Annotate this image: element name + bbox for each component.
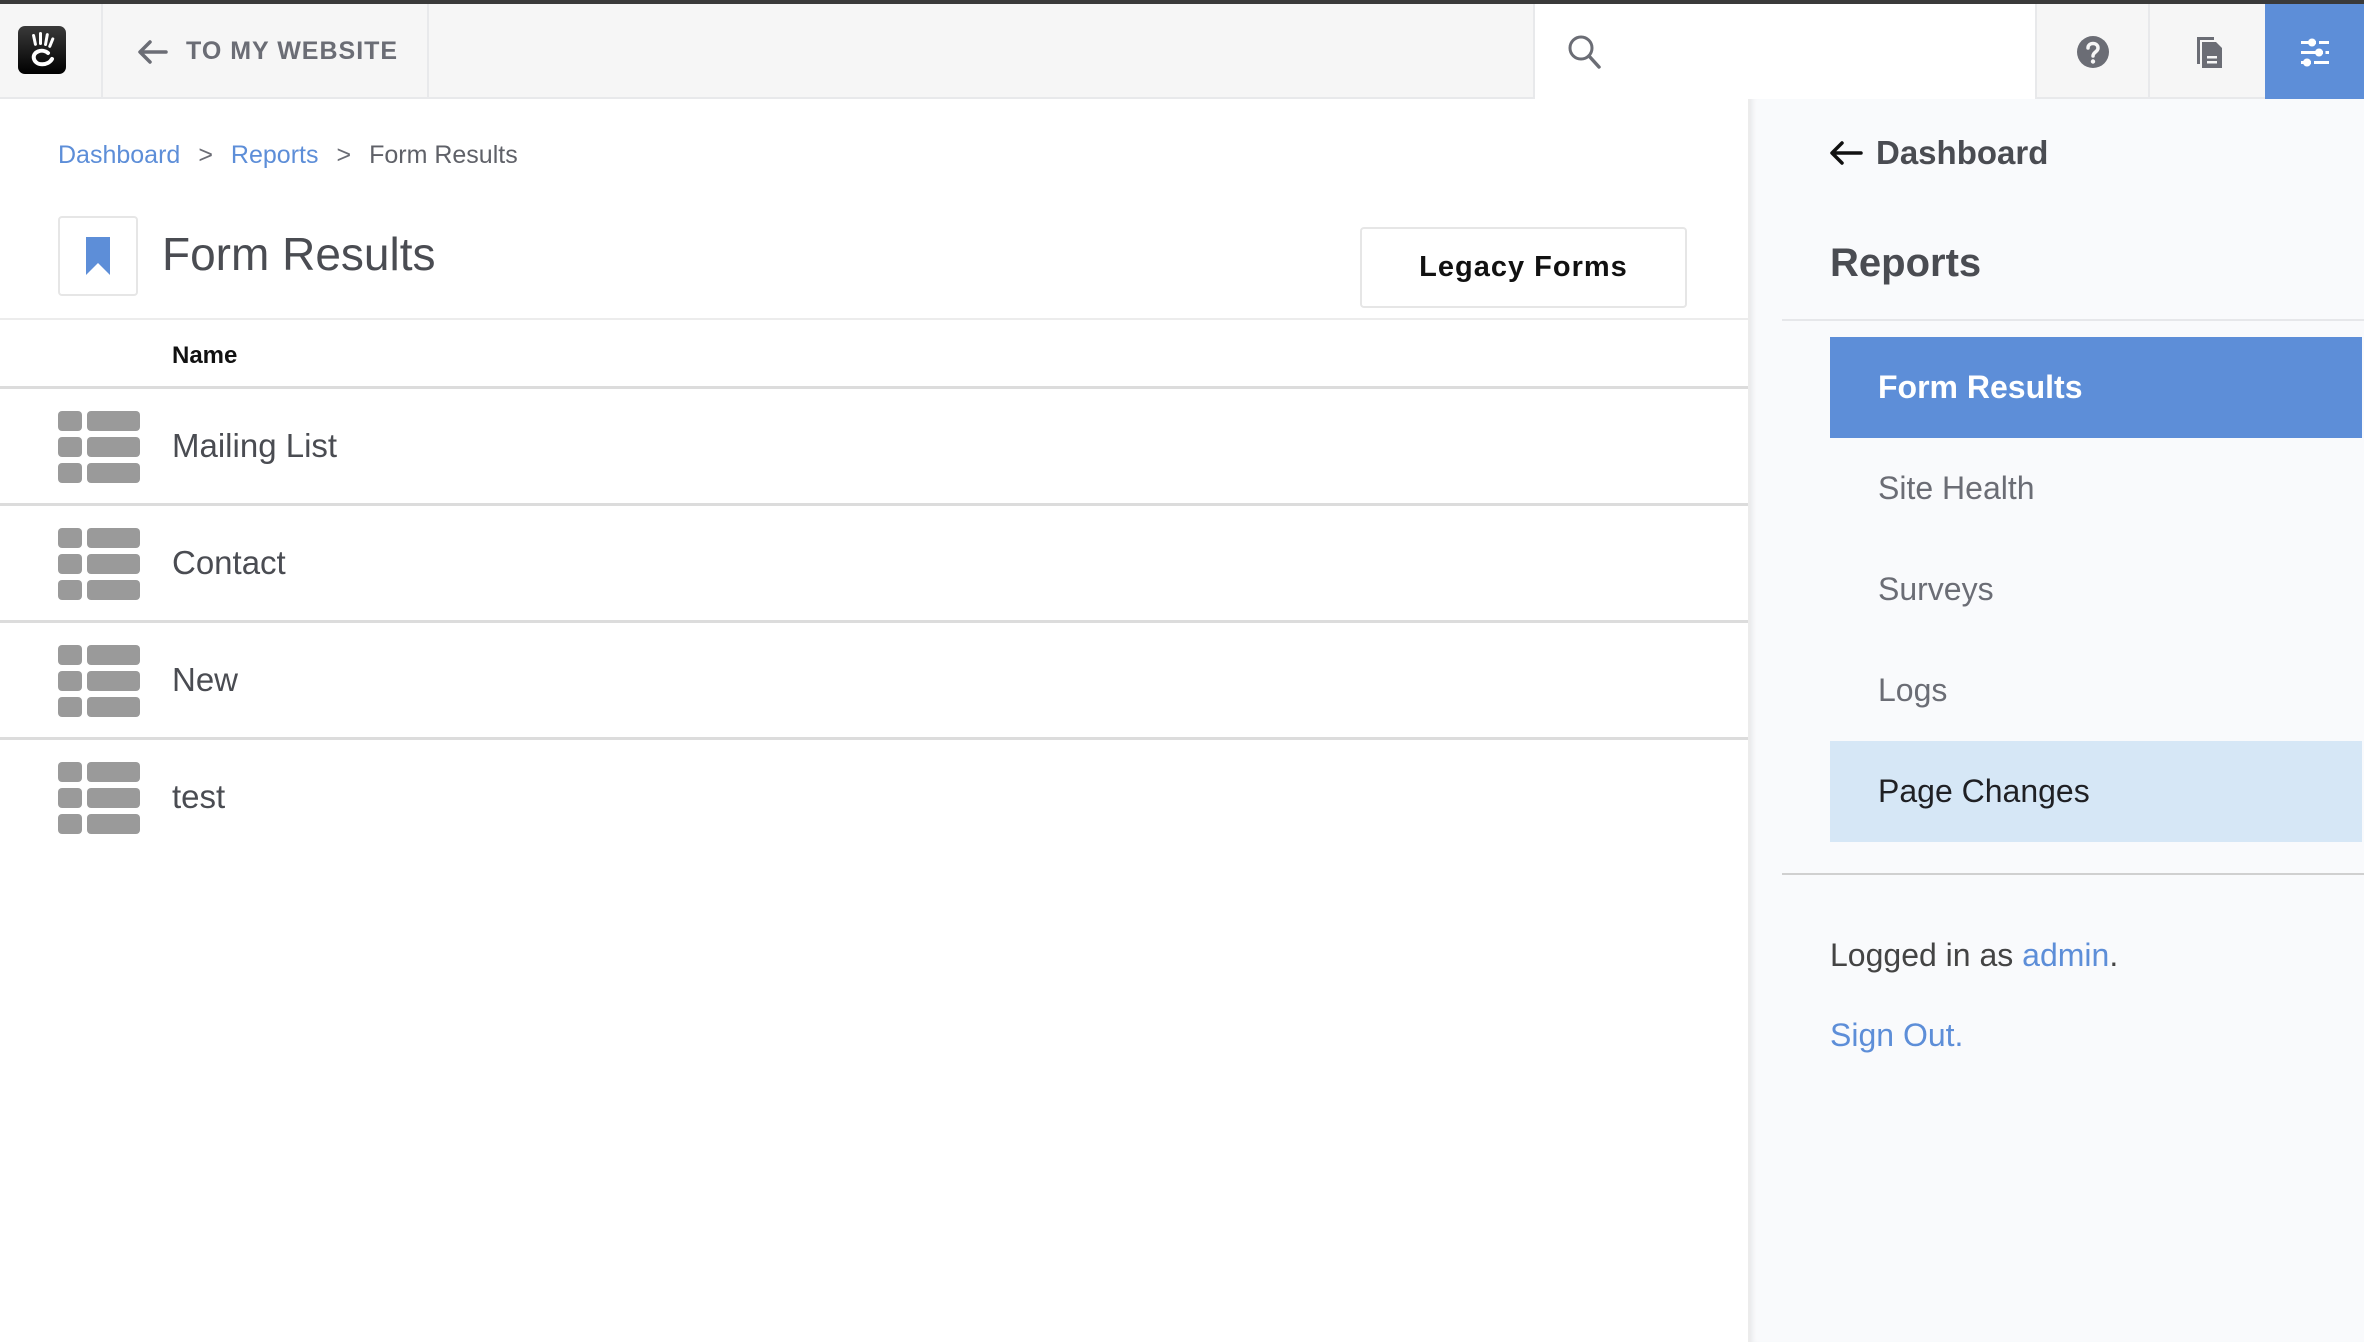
- divider: [1782, 319, 2364, 321]
- copy-document-icon: [2196, 36, 2222, 68]
- help-button[interactable]: [2035, 4, 2148, 99]
- row-name: Mailing List: [172, 427, 338, 464]
- nav-item-surveys[interactable]: Surveys: [1830, 539, 2362, 640]
- table-list-icon: [58, 762, 140, 834]
- search-input[interactable]: [1625, 21, 2025, 82]
- legacy-forms-button[interactable]: Legacy Forms: [1360, 227, 1687, 308]
- concrete-logo-icon[interactable]: [18, 26, 66, 74]
- title-icon-box: [58, 216, 138, 296]
- table-row[interactable]: test: [0, 740, 1748, 857]
- breadcrumb-dashboard[interactable]: Dashboard: [58, 141, 180, 170]
- documents-button[interactable]: [2148, 4, 2265, 99]
- question-circle-icon: [2076, 35, 2109, 68]
- settings-button[interactable]: [2265, 4, 2364, 99]
- table-row[interactable]: Contact: [0, 506, 1748, 623]
- breadcrumb-separator: >: [336, 141, 352, 169]
- panel-section-title: Reports: [1830, 241, 1982, 285]
- nav-item-page-changes[interactable]: Page Changes: [1830, 741, 2362, 842]
- nav-item-site-health[interactable]: Site Health: [1830, 438, 2362, 539]
- bookmark-icon: [86, 237, 110, 275]
- toolbar: TO MY WEBSITE: [0, 4, 2364, 99]
- row-name: Contact: [172, 544, 286, 581]
- row-name: test: [172, 778, 226, 815]
- column-header-name[interactable]: Name: [172, 342, 237, 370]
- breadcrumb: Dashboard > Reports > Form Results: [58, 141, 518, 170]
- logged-in-suffix: .: [2109, 937, 2119, 973]
- page-title: Form Results: [162, 228, 436, 280]
- search-icon: [1568, 35, 1601, 69]
- arrow-left-icon: [1830, 141, 1863, 165]
- arrow-left-icon: [138, 39, 168, 64]
- form-results-table: Name Mailing List Contact New test: [0, 318, 1748, 857]
- table-list-icon: [58, 645, 140, 717]
- table-header: Name: [0, 320, 1748, 389]
- breadcrumb-current: Form Results: [369, 141, 518, 169]
- main-content: Dashboard > Reports > Form Results Form …: [0, 99, 1748, 1342]
- breadcrumb-separator: >: [198, 141, 213, 169]
- logged-in-status: Logged in as admin.: [1830, 937, 2118, 974]
- divider: [1782, 873, 2364, 875]
- dashboard-side-panel: Dashboard Reports Form Results Site Heal…: [1748, 99, 2364, 1342]
- username-link[interactable]: admin: [2022, 937, 2109, 973]
- sliders-icon: [2300, 38, 2329, 66]
- panel-back-to-dashboard[interactable]: Dashboard: [1828, 134, 2048, 172]
- sign-out-link[interactable]: Sign Out.: [1830, 1017, 1963, 1054]
- reports-nav: Form Results Site Health Surveys Logs Pa…: [1830, 337, 2362, 842]
- table-list-icon: [58, 528, 140, 600]
- table-list-icon: [58, 411, 140, 483]
- table-row[interactable]: Mailing List: [0, 389, 1748, 506]
- nav-item-logs[interactable]: Logs: [1830, 640, 2362, 741]
- logo-cell: [0, 4, 103, 99]
- panel-back-label: Dashboard: [1876, 134, 2049, 171]
- table-row[interactable]: New: [0, 623, 1748, 740]
- to-my-website-label: TO MY WEBSITE: [186, 37, 399, 65]
- logged-in-prefix: Logged in as: [1830, 937, 2023, 973]
- row-name: New: [172, 661, 239, 698]
- search-box[interactable]: [1533, 4, 2035, 99]
- nav-item-form-results[interactable]: Form Results: [1830, 337, 2362, 438]
- to-my-website-link[interactable]: TO MY WEBSITE: [103, 4, 429, 99]
- breadcrumb-reports[interactable]: Reports: [231, 141, 319, 170]
